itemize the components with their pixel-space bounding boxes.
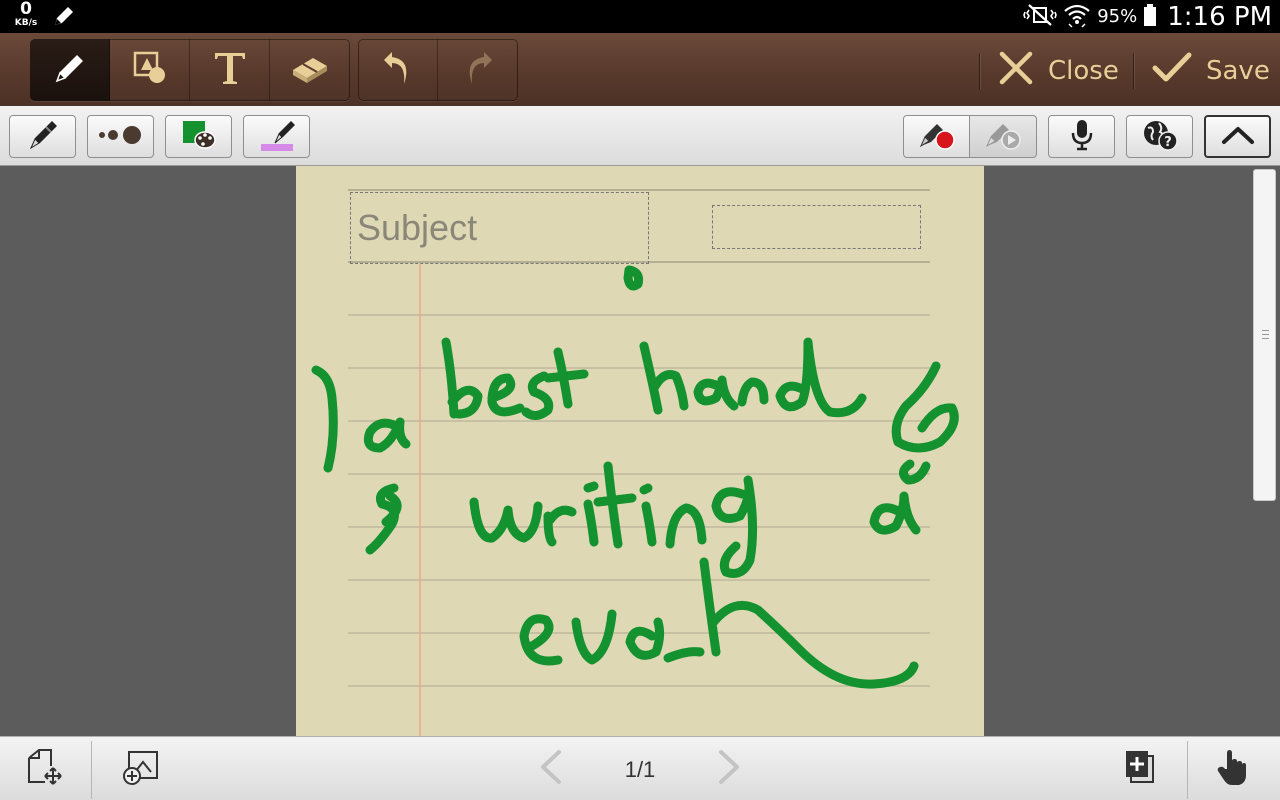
note-paper[interactable]: Subject [296, 166, 984, 736]
bottom-bar: 1/1 [0, 736, 1280, 800]
network-speed-unit: KB/s [14, 18, 38, 28]
redo-button[interactable] [438, 39, 518, 101]
pen-color-button[interactable] [165, 115, 232, 158]
close-label: Close [1048, 56, 1119, 86]
editor-toolbar: Close Save [0, 33, 1280, 106]
previous-page-button[interactable] [530, 749, 570, 789]
shape-tool-button[interactable] [110, 39, 190, 101]
svg-text:?: ? [1164, 135, 1172, 150]
redo-icon [460, 48, 496, 92]
tool-mode-group [30, 39, 350, 101]
vertical-scrollbar[interactable] [1253, 169, 1276, 501]
bottom-divider [1187, 741, 1188, 799]
collapse-toolbar-button[interactable] [1204, 115, 1271, 158]
chevron-right-icon [715, 748, 745, 790]
text-icon [210, 48, 250, 92]
close-button[interactable]: Close [998, 51, 1119, 89]
vibrate-mute-icon [1023, 3, 1058, 31]
page-indicator: 1/1 [624, 757, 656, 782]
hand-pointer-icon [1215, 747, 1249, 791]
network-speed: 0 KB/s [10, 1, 42, 28]
color-palette-icon [181, 119, 217, 155]
globe-help-icon: ? [1141, 118, 1179, 156]
highlighter-icon [257, 117, 297, 157]
eraser-tool-button[interactable] [270, 39, 350, 101]
play-pen-icon [983, 118, 1023, 156]
bottom-divider [91, 741, 92, 799]
shapes-icon [130, 48, 170, 92]
handwriting-strokes [311, 265, 959, 689]
toolbar-divider [979, 53, 980, 89]
pen-size-dots-icon [96, 125, 146, 149]
save-button[interactable]: Save [1152, 52, 1270, 89]
clock: 1:16 PM [1167, 1, 1272, 32]
canvas-area: Subject [0, 166, 1280, 736]
wifi-icon [1063, 2, 1091, 32]
close-icon [998, 50, 1034, 93]
add-page-icon [1121, 748, 1159, 790]
chevron-up-icon [1220, 124, 1256, 150]
save-label: Save [1206, 56, 1270, 86]
text-tool-button[interactable] [190, 39, 270, 101]
microphone-icon [1069, 118, 1095, 156]
page-move-icon [25, 748, 63, 790]
network-speed-value: 0 [20, 0, 32, 19]
pen-settings-bar: ? [0, 106, 1280, 166]
web-help-button[interactable]: ? [1126, 115, 1193, 158]
next-page-button[interactable] [710, 749, 750, 789]
hand-mode-button[interactable] [1212, 749, 1252, 789]
undo-icon [380, 48, 416, 92]
status-bar: 0 KB/s 95% 1:16 PM [0, 0, 1280, 33]
play-drawing-button[interactable] [970, 115, 1037, 158]
eraser-icon [289, 48, 331, 92]
s-note-screen: 0 KB/s 95% 1:16 PM Close Save ? Subject … [0, 0, 1280, 800]
s-pen-status-icon [52, 4, 76, 32]
voice-record-button[interactable] [1048, 115, 1115, 158]
record-pen-icon [917, 118, 957, 156]
scroll-grip [1262, 330, 1269, 342]
chevron-left-icon [535, 748, 565, 790]
battery-percent: 95% [1097, 6, 1138, 27]
highlighter-button[interactable] [243, 115, 310, 158]
insert-image-button[interactable] [120, 749, 160, 789]
checkmark-icon [1152, 50, 1192, 93]
pen-icon [50, 48, 90, 92]
fountain-pen-icon [26, 118, 60, 156]
history-group [358, 39, 518, 101]
add-page-button[interactable] [1120, 749, 1160, 789]
pen-tool-button[interactable] [30, 39, 110, 101]
pen-type-button[interactable] [9, 115, 76, 158]
undo-button[interactable] [358, 39, 438, 101]
battery-icon [1143, 3, 1157, 31]
record-drawing-button[interactable] [903, 115, 970, 158]
toolbar-divider [1133, 53, 1134, 89]
pen-size-button[interactable] [87, 115, 154, 158]
move-page-button[interactable] [24, 749, 64, 789]
add-image-icon [121, 748, 159, 790]
